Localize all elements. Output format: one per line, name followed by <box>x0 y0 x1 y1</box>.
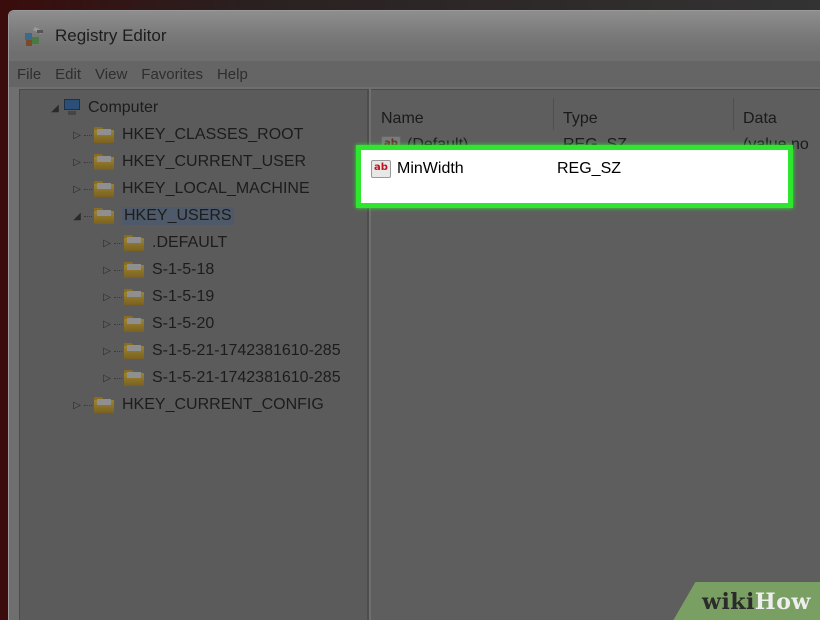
key-tree-pane[interactable]: ◢ Computer ▷ HKEY_CLASSES_ROOT ▷ HKEY_CU… <box>19 89 369 620</box>
tree-node-label: S-1-5-19 <box>152 288 215 305</box>
computer-icon <box>62 99 82 117</box>
tree-node-label: S-1-5-21-1742381610-285 <box>152 369 341 386</box>
folder-icon <box>94 397 114 413</box>
column-header-name[interactable]: Name <box>381 110 424 132</box>
registry-editor-window: Registry Editor File Edit View Favorites… <box>8 10 820 620</box>
tree-node-label: S-1-5-21-1742381610-285 <box>152 342 341 359</box>
tree-node-computer[interactable]: ◢ Computer <box>48 96 158 120</box>
collapsed-arrow-icon[interactable]: ▷ <box>100 346 114 357</box>
collapsed-arrow-icon[interactable]: ▷ <box>70 400 84 411</box>
folder-icon <box>94 181 114 197</box>
tree-node-s-1-5-18[interactable]: ▷ S-1-5-18 <box>100 258 214 282</box>
collapsed-arrow-icon[interactable]: ▷ <box>70 130 84 141</box>
tree-node-label: .DEFAULT <box>152 234 228 251</box>
column-header-type[interactable]: Type <box>563 110 598 132</box>
string-value-icon: ab <box>371 160 391 178</box>
folder-icon <box>94 208 114 224</box>
title-bar[interactable]: Registry Editor <box>9 11 820 55</box>
menu-favorites[interactable]: Favorites <box>141 66 203 83</box>
tree-node-hkey-local-machine[interactable]: ▷ HKEY_LOCAL_MACHINE <box>70 177 310 201</box>
tree-node-s-1-5-21-a[interactable]: ▷ S-1-5-21-1742381610-285 <box>100 339 341 363</box>
collapsed-arrow-icon[interactable]: ▷ <box>100 319 114 330</box>
folder-icon <box>94 127 114 143</box>
folder-icon <box>124 370 144 386</box>
tree-node-hkey-classes-root[interactable]: ▷ HKEY_CLASSES_ROOT <box>70 123 303 147</box>
tree-node-s-1-5-19[interactable]: ▷ S-1-5-19 <box>100 285 214 309</box>
tree-node-label: S-1-5-20 <box>152 315 215 332</box>
window-title: Registry Editor <box>55 26 167 45</box>
folder-icon <box>124 235 144 251</box>
tree-node-s-1-5-20[interactable]: ▷ S-1-5-20 <box>100 312 214 336</box>
collapsed-arrow-icon[interactable]: ▷ <box>100 373 114 384</box>
folder-icon <box>124 316 144 332</box>
tree-node-label: HKEY_CURRENT_CONFIG <box>122 396 324 413</box>
collapsed-arrow-icon[interactable]: ▷ <box>100 265 114 276</box>
folder-icon <box>124 289 144 305</box>
menu-file[interactable]: File <box>17 66 41 83</box>
folder-icon <box>94 154 114 170</box>
tree-node-label: HKEY_CLASSES_ROOT <box>122 126 304 143</box>
folder-icon <box>124 343 144 359</box>
column-header-data[interactable]: Data <box>743 110 777 132</box>
collapsed-arrow-icon[interactable]: ▷ <box>70 184 84 195</box>
collapsed-arrow-icon[interactable]: ▷ <box>70 157 84 168</box>
value-type: REG_SZ <box>557 160 622 177</box>
wikihow-logo: wikiHow <box>702 589 811 615</box>
tree-node-label: HKEY_USERS <box>122 207 234 225</box>
tree-node-s-1-5-21-b[interactable]: ▷ S-1-5-21-1742381610-285 <box>100 366 341 390</box>
registry-editor-icon <box>25 27 43 46</box>
tree-node-label: HKEY_LOCAL_MACHINE <box>122 180 310 197</box>
tree-node-label: Computer <box>88 99 159 116</box>
expanded-arrow-icon[interactable]: ◢ <box>48 103 62 114</box>
folder-icon <box>124 262 144 278</box>
menu-view[interactable]: View <box>95 66 127 83</box>
tree-node-label: HKEY_CURRENT_USER <box>122 153 307 170</box>
tree-node-hkey-users[interactable]: ◢ HKEY_USERS <box>70 204 234 228</box>
menu-bar: File Edit View Favorites Help <box>9 61 820 87</box>
collapsed-arrow-icon[interactable]: ▷ <box>100 238 114 249</box>
tree-node-label: S-1-5-18 <box>152 261 215 278</box>
tree-node-default[interactable]: ▷ .DEFAULT <box>100 231 227 255</box>
expanded-arrow-icon[interactable]: ◢ <box>70 211 84 222</box>
new-value-highlight: ab MinWidth REG_SZ <box>356 145 793 208</box>
tree-node-hkey-current-config[interactable]: ▷ HKEY_CURRENT_CONFIG <box>70 393 324 417</box>
tree-node-hkey-current-user[interactable]: ▷ HKEY_CURRENT_USER <box>70 150 306 174</box>
collapsed-arrow-icon[interactable]: ▷ <box>100 292 114 303</box>
menu-help[interactable]: Help <box>217 66 248 83</box>
menu-edit[interactable]: Edit <box>55 66 81 83</box>
value-name: MinWidth <box>397 160 464 177</box>
